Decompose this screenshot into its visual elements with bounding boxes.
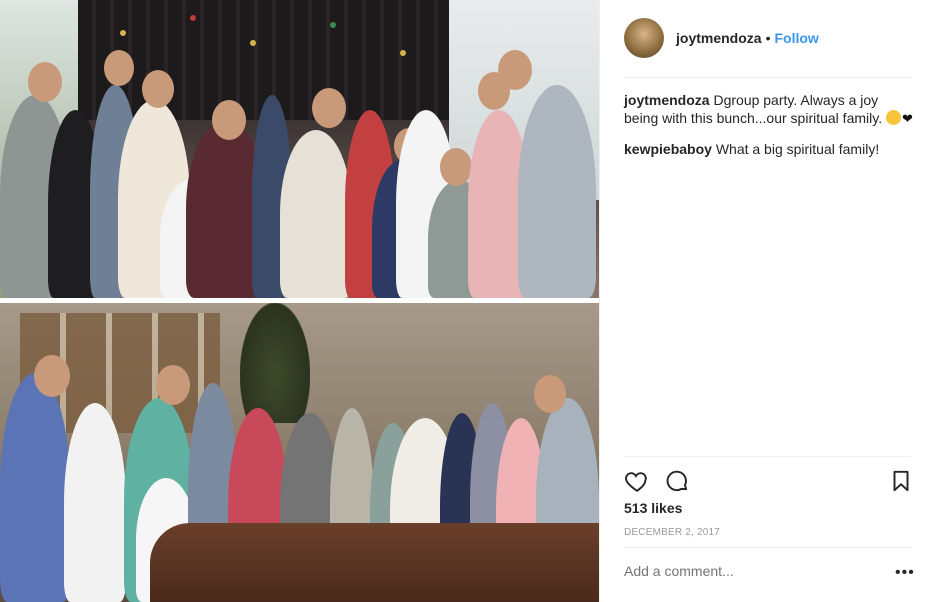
heart-icon[interactable]: [624, 468, 650, 494]
ornament: [330, 22, 336, 28]
likes-count[interactable]: 513 likes: [624, 500, 682, 516]
post-username[interactable]: joytmendoza: [676, 30, 762, 46]
ornament: [250, 40, 256, 46]
post-date: DECEMBER 2, 2017: [624, 527, 721, 538]
bookmark-icon[interactable]: [888, 468, 914, 494]
comment-username[interactable]: joytmendoza: [624, 92, 710, 108]
comment: kewpiebaboy What a big spiritual family!: [624, 140, 914, 158]
more-icon[interactable]: •••: [895, 564, 915, 582]
dining-table: [150, 523, 599, 602]
comment-divider: [624, 547, 911, 548]
person-head: [440, 148, 472, 186]
add-comment-input[interactable]: [624, 563, 874, 579]
post-sidebar: joytmendoza • Follow joytmendoza Dgroup …: [599, 0, 932, 602]
person-head: [142, 70, 174, 108]
post-photo[interactable]: [0, 0, 599, 602]
person-head: [28, 62, 62, 102]
person-head: [34, 355, 70, 397]
hugging-face-icon: [885, 110, 901, 126]
person-head: [498, 50, 532, 90]
post-header: joytmendoza • Follow: [624, 18, 819, 58]
comment-text: What a big spiritual family!: [715, 141, 880, 158]
ornament: [400, 50, 406, 56]
comment-username[interactable]: kewpiebaboy: [624, 141, 712, 157]
comments-list: joytmendoza Dgroup party. Always a joy b…: [624, 91, 914, 170]
comment-icon[interactable]: [664, 468, 690, 494]
ornament: [190, 15, 196, 21]
person-head: [104, 50, 134, 86]
christmas-tree: [240, 303, 310, 423]
person: [0, 373, 70, 602]
group-photo-top: [0, 0, 599, 298]
ornament: [120, 30, 126, 36]
person-head: [534, 375, 566, 413]
follow-button[interactable]: Follow: [774, 30, 818, 46]
person: [64, 403, 126, 602]
person-head: [312, 88, 346, 128]
person-head: [212, 100, 246, 140]
person: [280, 130, 352, 298]
action-bar: [624, 468, 914, 494]
header-divider: [624, 77, 911, 78]
separator-dot: •: [765, 30, 771, 46]
avatar[interactable]: [624, 18, 664, 58]
black-heart-icon: ❤: [901, 111, 913, 127]
person-head: [156, 365, 190, 405]
group-photo-bottom: [0, 303, 599, 602]
emoji-group: ❤: [885, 110, 913, 128]
person: [518, 85, 596, 298]
actions-divider: [624, 456, 911, 457]
caption: joytmendoza Dgroup party. Always a joy b…: [624, 91, 914, 128]
